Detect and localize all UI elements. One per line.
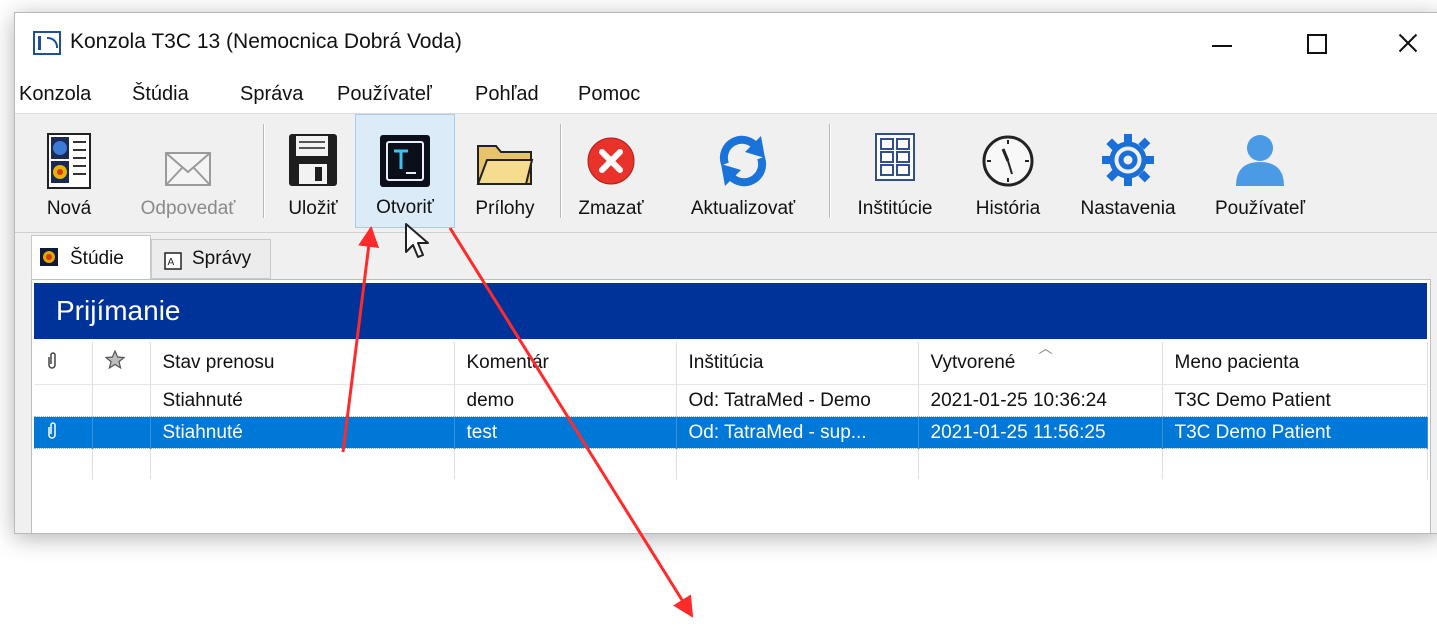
column-header-stav[interactable]: Stav prenosu	[150, 342, 455, 385]
tab-studie-label: Štúdie	[70, 248, 124, 269]
window-title: Konzola T3C 13 (Nemocnica Dobrá Voda)	[70, 30, 462, 53]
studies-panel: Prijímanie Stav prenosu Komentár Inštitú…	[31, 279, 1431, 533]
user-button[interactable]: Používateľ	[1203, 114, 1317, 228]
column-header-vytvorene[interactable]: ︿ Vytvorené	[918, 342, 1163, 385]
column-header-institucia[interactable]: Inštitúcia	[676, 342, 919, 385]
menu-studia[interactable]: Štúdia	[132, 83, 189, 106]
history-label: História	[975, 198, 1041, 219]
refresh-label: Aktualizovať	[690, 198, 796, 219]
star-icon	[103, 349, 126, 370]
history-button[interactable]: História	[959, 114, 1057, 228]
settings-button[interactable]: Nastavenia	[1065, 114, 1191, 228]
paperclip-icon	[48, 421, 56, 439]
menu-konzola[interactable]: Konzola	[19, 83, 91, 106]
delete-x-icon	[587, 137, 635, 185]
study-tab-icon	[40, 248, 58, 266]
empty-row	[34, 448, 1428, 479]
reply-label: Odpovedať	[140, 198, 236, 219]
app-icon	[33, 31, 61, 55]
column-header-pacient[interactable]: Meno pacienta	[1162, 342, 1428, 385]
institution-cell: Od: TatraMed - Demo	[676, 384, 919, 417]
institutions-grid-icon	[875, 133, 915, 181]
toolbar-separator	[560, 124, 562, 218]
delete-label: Zmazať	[578, 198, 644, 219]
attachment-column-header[interactable]	[34, 342, 93, 385]
status-cell: Stiahnuté	[150, 416, 455, 449]
table-row-selected[interactable]: Stiahnuté test Od: TatraMed - sup... 202…	[34, 416, 1428, 449]
patient-cell: T3C Demo Patient	[1162, 384, 1428, 417]
comment-cell: demo	[454, 384, 677, 417]
toolbar: Nová Odpovedať Uložiť Otvoriť Prílohy Zm…	[15, 114, 1437, 233]
save-button[interactable]: Uložiť	[275, 114, 351, 228]
envelope-icon	[165, 152, 211, 186]
app-window: Konzola T3C 13 (Nemocnica Dobrá Voda) Ko…	[14, 12, 1437, 534]
menu-pouzivatel[interactable]: Používateľ	[337, 83, 432, 106]
institutions-label: Inštitúcie	[857, 198, 933, 219]
user-label: Používateľ	[1214, 198, 1306, 219]
column-header-komentar[interactable]: Komentár	[454, 342, 677, 385]
paperclip-icon	[48, 352, 56, 369]
tab-strip: Štúdie A Správy	[31, 235, 1431, 279]
svg-text:A: A	[168, 257, 175, 268]
menu-bar: Konzola Štúdia Správa Používateľ Pohľad …	[15, 75, 1437, 114]
refresh-button[interactable]: Aktualizovať	[669, 114, 817, 228]
institution-cell: Od: TatraMed - sup...	[676, 416, 919, 449]
tab-spravy-label: Správy	[192, 248, 252, 269]
created-cell: 2021-01-25 11:56:25	[918, 416, 1163, 449]
table-row[interactable]: Stiahnuté demo Od: TatraMed - Demo 2021-…	[34, 384, 1428, 417]
studies-table: Stav prenosu Komentár Inštitúcia ︿ Vytvo…	[34, 342, 1428, 479]
gear-icon	[1102, 134, 1154, 186]
user-icon	[1236, 135, 1284, 186]
panel-header: Prijímanie	[34, 283, 1427, 339]
attachments-label: Prílohy	[475, 198, 535, 219]
settings-label: Nastavenia	[1080, 198, 1176, 219]
attachment-cell	[34, 384, 93, 417]
folder-icon	[476, 145, 534, 185]
close-button[interactable]	[1377, 21, 1437, 65]
menu-pomoc[interactable]: Pomoc	[578, 83, 640, 106]
tab-studie[interactable]: Štúdie	[31, 235, 151, 279]
open-button[interactable]: Otvoriť	[355, 114, 455, 228]
save-label: Uložiť	[288, 198, 338, 219]
refresh-icon	[719, 135, 767, 187]
open-terminal-icon	[380, 135, 430, 187]
minimize-button[interactable]	[1190, 21, 1250, 65]
reply-button[interactable]: Odpovedať	[125, 114, 251, 228]
patient-cell: T3C Demo Patient	[1162, 416, 1428, 449]
open-label: Otvoriť	[376, 197, 434, 218]
created-cell: 2021-01-25 10:36:24	[918, 384, 1163, 417]
tab-spravy[interactable]: A Správy	[151, 239, 271, 279]
panel-title: Prijímanie	[56, 295, 181, 326]
toolbar-separator	[829, 124, 831, 218]
table-header-row: Stav prenosu Komentár Inštitúcia ︿ Vytvo…	[34, 342, 1428, 385]
save-floppy-icon	[289, 134, 337, 186]
delete-button[interactable]: Zmazať	[571, 114, 651, 228]
report-tab-icon: A	[164, 252, 182, 270]
title-bar: Konzola T3C 13 (Nemocnica Dobrá Voda)	[15, 13, 1437, 75]
status-cell: Stiahnuté	[150, 384, 455, 417]
attachment-cell	[34, 416, 93, 449]
attachments-button[interactable]: Prílohy	[463, 114, 547, 228]
toolbar-separator	[263, 124, 265, 218]
menu-pohlad[interactable]: Pohľad	[475, 83, 539, 106]
new-label: Nová	[46, 198, 92, 219]
favorite-column-header[interactable]	[92, 342, 151, 385]
sort-ascending-icon: ︿	[1038, 342, 1053, 356]
institutions-button[interactable]: Inštitúcie	[841, 114, 949, 228]
menu-sprava[interactable]: Správa	[240, 83, 303, 106]
clock-icon	[982, 135, 1034, 187]
favorite-cell	[92, 416, 151, 449]
mouse-cursor-icon	[405, 223, 429, 258]
new-button[interactable]: Nová	[37, 114, 101, 228]
comment-cell: test	[454, 416, 677, 449]
favorite-cell	[92, 384, 151, 417]
column-header-vytvorene-label: Vytvorené	[930, 352, 1016, 373]
new-study-icon	[47, 133, 91, 189]
maximize-button[interactable]	[1285, 21, 1345, 65]
